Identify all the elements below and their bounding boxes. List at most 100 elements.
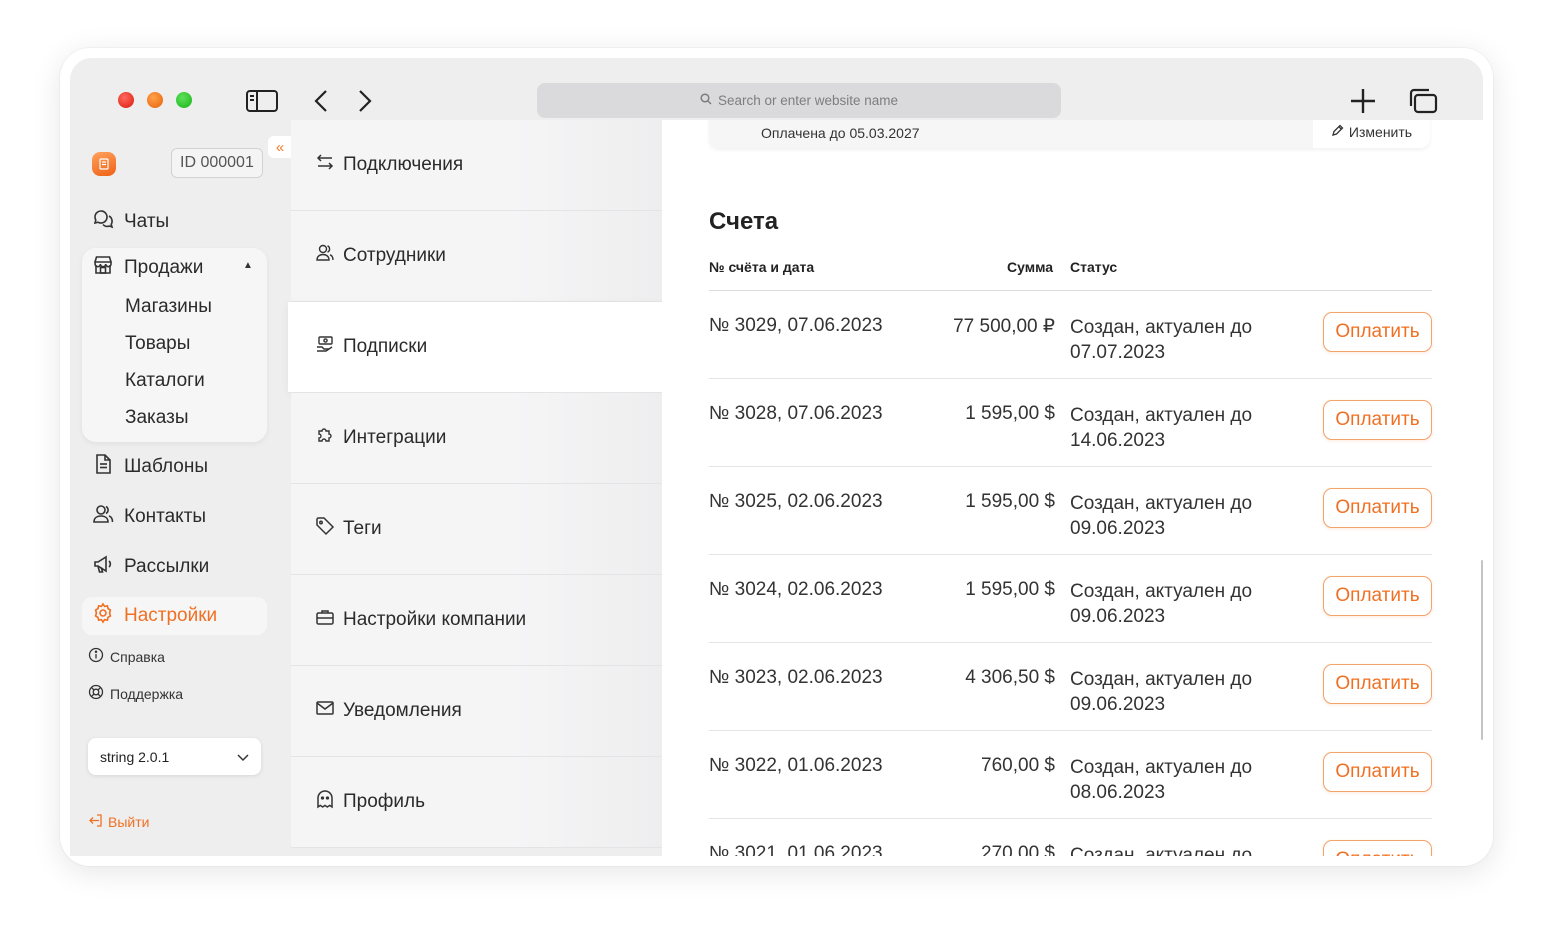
money-hand-icon bbox=[315, 334, 335, 360]
invoice-status: Создан, актуален до 14.06.2023 bbox=[1070, 405, 1253, 451]
sidebar-item-label: Поддержка bbox=[110, 685, 184, 702]
column-header-number: № счёта и дата bbox=[709, 259, 815, 275]
invoice-status: Создан, актуален до 09.06.2023 bbox=[1070, 493, 1253, 539]
plus-icon[interactable] bbox=[1346, 84, 1380, 118]
column-header-status: Статус bbox=[1070, 259, 1118, 275]
menu-item-company-settings[interactable]: Настройки компании bbox=[291, 575, 662, 666]
sidebar-item-label: Шаблоны bbox=[124, 456, 209, 477]
menu-item-label: Подписки bbox=[343, 336, 428, 357]
pencil-icon bbox=[1331, 124, 1344, 140]
pay-button[interactable]: Оплатить bbox=[1323, 400, 1432, 440]
sidebar-item-label: Настройки bbox=[124, 605, 218, 626]
pay-button[interactable]: Оплатить bbox=[1323, 488, 1432, 528]
document-icon bbox=[92, 453, 114, 481]
browser-window: Search or enter website name ID 000001 «… bbox=[60, 48, 1493, 866]
store-icon bbox=[92, 254, 114, 282]
search-icon bbox=[700, 93, 712, 108]
version-value: string 2.0.1 bbox=[100, 748, 170, 765]
pay-button[interactable]: Оплатить bbox=[1323, 752, 1432, 792]
sidebar-item-contacts[interactable]: Контакты bbox=[92, 499, 206, 535]
users-icon bbox=[315, 243, 335, 269]
app-sidebar: ID 000001 « Чаты Продажи ▲ Магазины Това… bbox=[70, 120, 292, 856]
sidebar-item-label: Продажи bbox=[124, 257, 204, 278]
menu-item-label: Сотрудники bbox=[343, 245, 446, 266]
invoice-sum: 270,00 $ bbox=[981, 843, 1055, 856]
collapse-sidebar-button[interactable]: « bbox=[268, 136, 292, 158]
browser-toolbar: Search or enter website name bbox=[70, 58, 1483, 120]
invoice-sum: 760,00 $ bbox=[981, 755, 1055, 776]
sidebar-subitem-catalogs[interactable]: Каталоги bbox=[125, 370, 205, 392]
settings-menu: Подключения Сотрудники Подписки Интеграц… bbox=[288, 120, 662, 856]
forward-arrow-icon[interactable] bbox=[354, 84, 376, 118]
invoice-status: Создан, актуален до 07.07.2023 bbox=[1070, 317, 1253, 363]
logout-label: Выйти bbox=[108, 814, 150, 830]
menu-item-employees[interactable]: Сотрудники bbox=[291, 211, 662, 302]
menu-item-label: Теги bbox=[343, 518, 382, 539]
ghost-icon bbox=[315, 789, 335, 815]
invoice-number: № 3028, 07.06.2023 bbox=[709, 403, 883, 424]
sidebar-item-chats[interactable]: Чаты bbox=[92, 204, 169, 240]
envelope-icon bbox=[315, 698, 335, 724]
sidebar-item-mailings[interactable]: Рассылки bbox=[92, 549, 209, 585]
sidebar-item-support[interactable]: Поддержка bbox=[88, 684, 183, 703]
sidebar-item-label: Контакты bbox=[124, 506, 207, 527]
table-row: № 3023, 02.06.2023 4 306,50 $ Создан, ак… bbox=[709, 643, 1432, 731]
menu-item-notifications[interactable]: Уведомления bbox=[291, 666, 662, 757]
invoice-sum: 4 306,50 $ bbox=[965, 667, 1055, 688]
invoice-number: № 3024, 02.06.2023 bbox=[709, 579, 883, 600]
menu-item-connections[interactable]: Подключения bbox=[291, 120, 662, 211]
menu-item-integrations[interactable]: Интеграции bbox=[291, 393, 662, 484]
caret-up-icon[interactable]: ▲ bbox=[243, 260, 253, 271]
invoices-title: Счета bbox=[709, 208, 779, 235]
tabs-overview-icon[interactable] bbox=[1406, 84, 1440, 118]
swap-arrows-icon bbox=[315, 152, 335, 178]
sidebar-subitem-orders[interactable]: Заказы bbox=[125, 407, 189, 429]
back-arrow-icon[interactable] bbox=[310, 84, 332, 118]
account-id-badge: ID 000001 bbox=[171, 148, 263, 178]
invoice-sum: 77 500,00 ₽ bbox=[953, 316, 1055, 337]
pay-button[interactable]: Оплатить bbox=[1323, 576, 1432, 616]
sidebar-item-sales[interactable]: Продажи bbox=[92, 254, 203, 282]
puzzle-icon bbox=[315, 425, 335, 451]
invoice-number: № 3023, 02.06.2023 bbox=[709, 667, 883, 688]
edit-subscription-button[interactable]: Изменить bbox=[1313, 120, 1430, 148]
minimize-window-button[interactable] bbox=[147, 92, 163, 108]
close-window-button[interactable] bbox=[118, 92, 134, 108]
version-select[interactable]: string 2.0.1 bbox=[88, 738, 261, 775]
gear-icon bbox=[92, 602, 114, 630]
sidebar-item-settings[interactable]: Настройки bbox=[82, 597, 267, 635]
sidebar-item-help[interactable]: Справка bbox=[88, 647, 165, 666]
menu-item-profile[interactable]: Профиль bbox=[291, 757, 662, 848]
address-bar[interactable]: Search or enter website name bbox=[537, 83, 1061, 118]
invoice-sum: 1 595,00 $ bbox=[965, 491, 1055, 512]
edit-label: Изменить bbox=[1348, 124, 1413, 140]
app-logo-icon bbox=[92, 152, 116, 176]
info-icon bbox=[88, 647, 104, 666]
invoice-number: № 3029, 07.06.2023 bbox=[709, 315, 883, 336]
sidebar-subitem-products[interactable]: Товары bbox=[125, 333, 190, 355]
subscription-card: Оплачена до 05.03.2027 Изменить bbox=[709, 120, 1430, 148]
invoice-number: № 3021, 01.06.2023 bbox=[709, 843, 883, 856]
users-icon bbox=[92, 503, 114, 531]
sidebar-subitem-shops[interactable]: Магазины bbox=[125, 296, 212, 318]
menu-item-tags[interactable]: Теги bbox=[291, 484, 662, 575]
sidebar-item-templates[interactable]: Шаблоны bbox=[92, 449, 208, 485]
table-row: № 3029, 07.06.2023 77 500,00 ₽ Создан, а… bbox=[709, 291, 1432, 379]
menu-item-subscriptions[interactable]: Подписки bbox=[288, 302, 662, 393]
menu-item-label: Настройки компании bbox=[343, 609, 527, 630]
menu-item-label: Подключения bbox=[343, 154, 464, 175]
table-row: № 3022, 01.06.2023 760,00 $ Создан, акту… bbox=[709, 731, 1432, 819]
sales-group: Продажи ▲ Магазины Товары Каталоги Заказ… bbox=[82, 248, 267, 442]
pay-button[interactable]: Оплатить bbox=[1323, 312, 1432, 352]
pay-button[interactable]: Оплатить bbox=[1323, 840, 1432, 856]
sidebar-toggle-icon[interactable] bbox=[245, 84, 279, 118]
menu-item-label: Уведомления bbox=[343, 700, 462, 721]
maximize-window-button[interactable] bbox=[176, 92, 192, 108]
chat-bubbles-icon bbox=[92, 208, 114, 236]
menu-item-label: Интеграции bbox=[343, 427, 447, 448]
main-scrollbar[interactable] bbox=[1481, 560, 1483, 740]
logout-link[interactable]: Выйти bbox=[88, 813, 149, 831]
pay-button[interactable]: Оплатить bbox=[1323, 664, 1432, 704]
lifebuoy-icon bbox=[88, 684, 104, 703]
tag-icon bbox=[315, 516, 335, 542]
